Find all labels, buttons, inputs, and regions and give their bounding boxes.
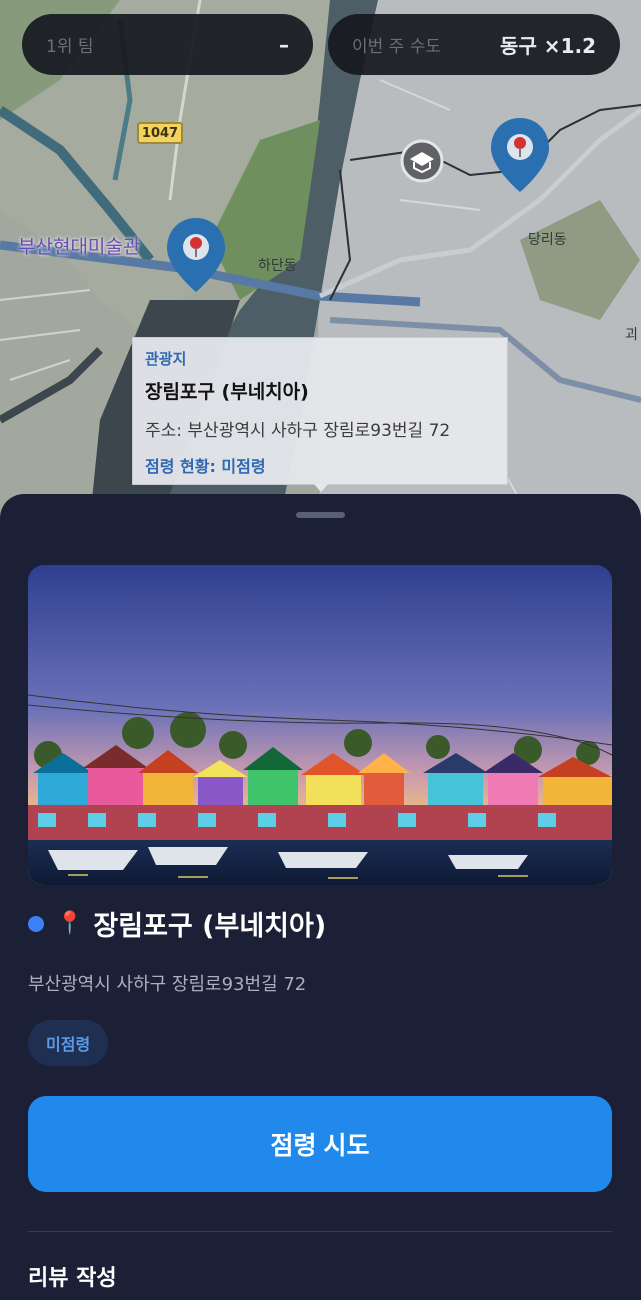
popup-address: 주소: 부산광역시 사하구 장림로93번길 72 <box>145 421 451 441</box>
place-popup[interactable]: 관광지 장림포구 (부네치아) 주소: 부산광역시 사하구 장림로93번길 72… <box>132 337 508 485</box>
occupy-attempt-button[interactable]: 점령 시도 <box>28 1096 612 1192</box>
pin-icon: 📍 <box>56 911 84 936</box>
school-icon <box>400 139 444 183</box>
poi-label[interactable]: 부산현대미술관 <box>18 232 140 259</box>
popup-category: 관광지 <box>145 350 187 368</box>
place-detail-sheet: 📍 장림포구 (부네치아) 부산광역시 사하구 장림로93번길 72 미점령 점… <box>0 494 641 1300</box>
place-title: 장림포구 (부네치아) <box>93 911 327 942</box>
weekly-capital-label: 이번 주 수도 <box>352 37 442 57</box>
place-label: 당리동 <box>528 232 567 248</box>
place-title-row: 📍 장림포구 (부네치아) <box>28 904 326 943</box>
place-label: 하단동 <box>258 258 297 274</box>
popup-tail <box>314 484 328 492</box>
sheet-drag-handle[interactable] <box>296 512 345 518</box>
top-team-label: 1위 팀 <box>46 37 94 57</box>
route-number-badge: 1047 <box>137 122 183 144</box>
status-dot-icon <box>28 915 44 932</box>
place-photo <box>28 565 612 885</box>
place-label: 괴 <box>625 327 638 343</box>
top-team-value: – <box>279 32 289 57</box>
occupation-status-badge: 미점령 <box>28 1020 109 1066</box>
place-address: 부산광역시 사하구 장림로93번길 72 <box>28 974 307 995</box>
weekly-capital-pill[interactable]: 이번 주 수도 동구 ×1.2 <box>328 14 620 75</box>
popup-status: 점령 현황: 미점령 <box>145 457 266 476</box>
weekly-capital-value: 동구 ×1.2 <box>500 34 596 58</box>
section-divider <box>28 1231 612 1232</box>
top-team-pill[interactable]: 1위 팀 – <box>22 14 313 75</box>
map-view[interactable]: 1047 부산현대미술관 하단동 당리동 괴 1위 팀 – 이번 주 수도 동구… <box>0 0 641 520</box>
popup-place-name: 장림포구 (부네치아) <box>145 381 309 403</box>
review-section-heading: 리뷰 작성 <box>28 1266 117 1291</box>
